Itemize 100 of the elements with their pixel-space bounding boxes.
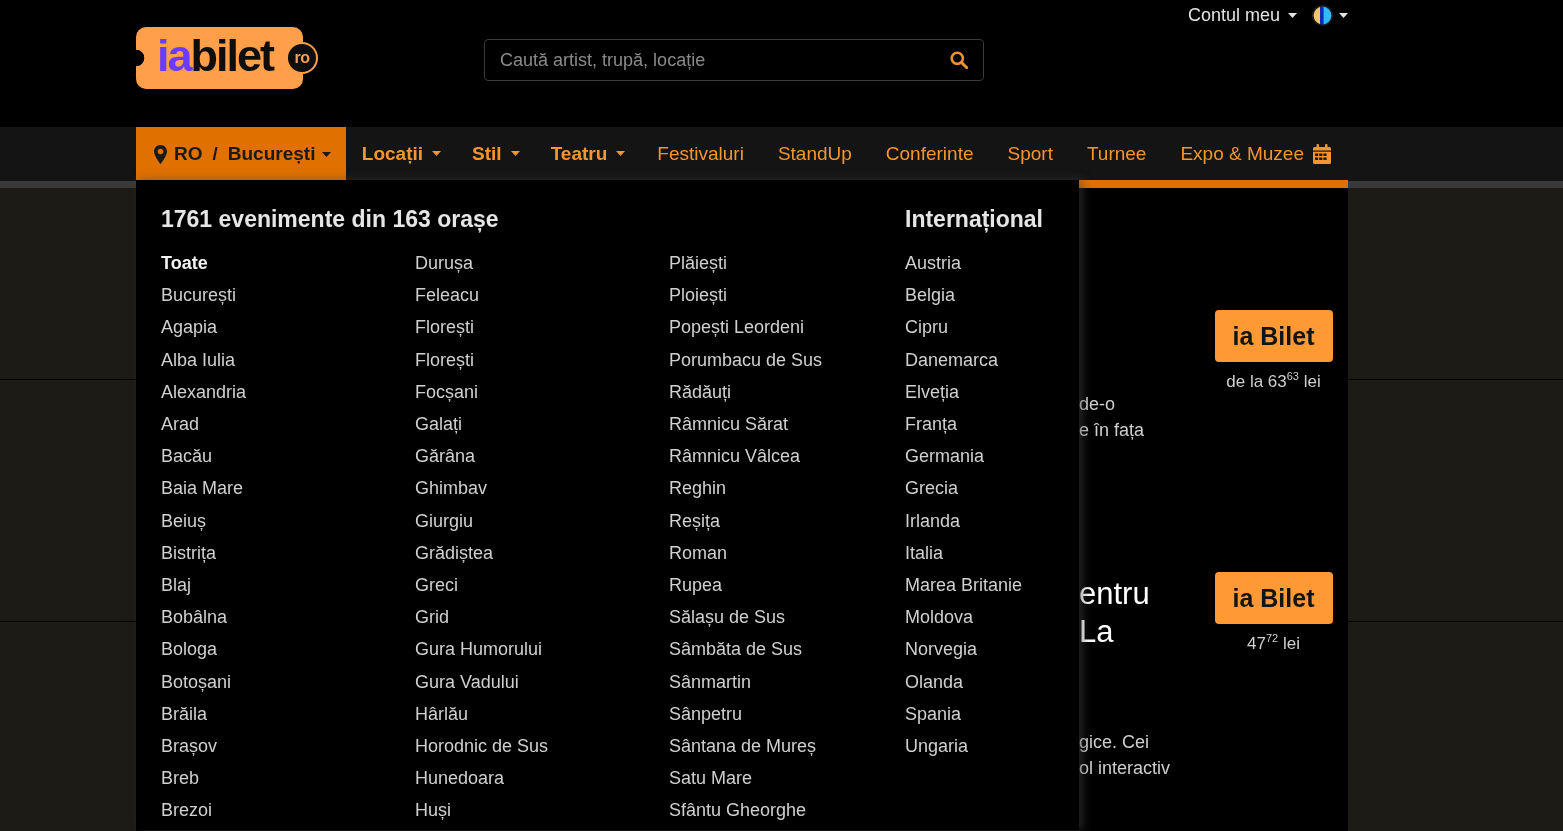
city-link[interactable]: Grid <box>415 601 449 634</box>
nav-link[interactable]: Conferinte <box>868 127 991 180</box>
country-link[interactable]: Belgia <box>905 279 956 312</box>
ticket-price: de la 63$^{63}$ lei <box>1226 371 1321 393</box>
city-link[interactable]: Gărâna <box>415 440 476 473</box>
city-link[interactable]: Florești <box>415 311 474 344</box>
city-link[interactable]: Giurgiu <box>415 504 474 537</box>
language-menu[interactable] <box>1312 4 1348 26</box>
city-link[interactable]: Plăiești <box>669 247 728 280</box>
city-link[interactable]: Beiuș <box>161 504 207 537</box>
country-link[interactable]: Spania <box>905 697 962 731</box>
logo-badge: ro <box>286 42 319 74</box>
city-link[interactable]: Focșani <box>415 375 479 408</box>
ticket-price: 47$^{72}$ lei <box>1247 633 1300 655</box>
country-link[interactable]: Austria <box>905 247 962 280</box>
caret-icon <box>1288 12 1297 18</box>
city-link[interactable]: Ghimbav <box>415 472 488 505</box>
country-link[interactable]: Italia <box>905 536 944 570</box>
city-link[interactable]: Bacău <box>161 440 213 473</box>
event-description: gice. Cei ol interactiv <box>1079 731 1172 780</box>
country-link[interactable]: Norvegia <box>905 633 978 666</box>
nav-link[interactable]: Turnee <box>1069 127 1164 180</box>
caret-icon <box>432 151 442 156</box>
nav-link[interactable]: Festivaluri <box>640 127 761 180</box>
city-link[interactable]: Feleacu <box>415 279 480 312</box>
city-link[interactable]: Roman <box>669 536 728 570</box>
city-link[interactable]: Porumbacu de Sus <box>669 343 823 376</box>
city-link[interactable]: Bobâlna <box>161 601 228 634</box>
country-link[interactable]: Cipru <box>905 311 948 344</box>
city-link[interactable]: Blaj <box>161 569 191 602</box>
country-link[interactable]: Irlanda <box>905 504 961 537</box>
city-link[interactable]: Gura Humorului <box>415 633 543 666</box>
country-link[interactable]: Moldova <box>905 601 974 634</box>
caret-icon <box>616 151 626 156</box>
city-link[interactable]: Alba Iulia <box>161 343 236 376</box>
country-link[interactable]: Danemarca <box>905 343 999 376</box>
caret-icon <box>1339 12 1348 18</box>
city-link[interactable]: Reghin <box>669 472 727 505</box>
buy-ticket-button[interactable]: ia Bilet <box>1214 310 1333 362</box>
country-link[interactable]: Olanda <box>905 665 964 698</box>
city-link[interactable]: Satu Mare <box>669 762 753 795</box>
flag-icon <box>1312 4 1333 26</box>
city-link[interactable]: Reșița <box>669 504 721 537</box>
city-link[interactable]: Brăila <box>161 697 208 731</box>
city-link[interactable]: Râmnicu Sărat <box>669 408 789 441</box>
map-pin-icon <box>154 144 167 164</box>
city-link[interactable]: Agapia <box>161 311 218 344</box>
city-link[interactable]: Breb <box>161 762 200 795</box>
city-link[interactable]: Gura Vadului <box>415 665 519 698</box>
city-link[interactable]: Sânpetru <box>669 697 743 731</box>
city-link[interactable]: Ploiești <box>669 279 728 312</box>
city-link[interactable]: Botoșani <box>161 665 232 698</box>
city-link[interactable]: Huși <box>415 794 451 827</box>
city-link[interactable]: Bologa <box>161 633 218 666</box>
city-link[interactable]: Greci <box>415 569 458 602</box>
nav-link[interactable]: StandUp <box>760 127 869 180</box>
country-link[interactable]: Germania <box>905 440 985 473</box>
city-link[interactable]: Florești <box>415 343 474 376</box>
city-link[interactable]: Râmnicu Vâlcea <box>669 440 801 473</box>
city-link[interactable]: Brezoi <box>161 794 213 827</box>
city-link[interactable]: Sânmartin <box>669 665 752 698</box>
nav-dropdown[interactable]: Locații <box>345 127 457 180</box>
city-link[interactable]: Brașov <box>161 730 218 763</box>
city-link[interactable]: Arad <box>161 408 200 441</box>
nav-link[interactable]: Sport <box>990 127 1070 180</box>
buy-ticket-button[interactable]: ia Bilet <box>1214 572 1333 624</box>
city-link[interactable]: Grădiștea <box>415 536 494 570</box>
account-menu[interactable]: Contul meu <box>1187 4 1297 26</box>
city-link[interactable]: Popești Leordeni <box>669 311 805 344</box>
nav-dropdown[interactable]: Stil <box>456 127 535 180</box>
city-link[interactable]: Sfântu Gheorghe <box>669 794 807 827</box>
nav-dropdown[interactable]: Teatru <box>534 127 641 180</box>
country-link[interactable]: Ungaria <box>905 730 969 763</box>
caret-icon <box>510 151 520 156</box>
city-link[interactable]: Sântana de Mureș <box>669 730 817 763</box>
city-link[interactable]: Rădăuți <box>669 375 732 408</box>
all-cities-link[interactable]: Toate <box>161 247 208 280</box>
city-link[interactable]: Horodnic de Sus <box>415 730 549 763</box>
location-button[interactable]: RO / București <box>136 127 346 181</box>
city-link[interactable]: Durușa <box>415 247 474 280</box>
city-link[interactable]: Hunedoara <box>415 762 505 795</box>
city-link[interactable]: Rupea <box>669 569 723 602</box>
city-link[interactable]: Alexandria <box>161 375 247 408</box>
country-link[interactable]: Franța <box>905 408 958 441</box>
city-link[interactable]: Bistrița <box>161 536 216 570</box>
city-link[interactable]: Sâmbăta de Sus <box>669 633 803 666</box>
dropdown-title: 1761 evenimente din 163 orașe <box>161 205 499 234</box>
city-link[interactable]: Sălașu de Sus <box>669 601 786 634</box>
city-link[interactable]: Hârlău <box>415 697 469 731</box>
country-link[interactable]: Grecia <box>905 472 958 505</box>
event-description: de-o e în fața <box>1079 393 1146 442</box>
search-field[interactable]: Caută artist, trupă, locație <box>484 39 985 81</box>
country-link[interactable]: Elveția <box>905 375 960 408</box>
city-link[interactable]: București <box>161 279 237 312</box>
city-link[interactable]: Baia Mare <box>161 472 244 505</box>
country-link[interactable]: Marea Britanie <box>905 569 1023 602</box>
calendar-icon <box>1313 143 1331 164</box>
city-link[interactable]: Galați <box>415 408 463 441</box>
nav-link[interactable]: Expo & Muzee <box>1163 127 1348 180</box>
search-icon[interactable] <box>950 51 969 69</box>
